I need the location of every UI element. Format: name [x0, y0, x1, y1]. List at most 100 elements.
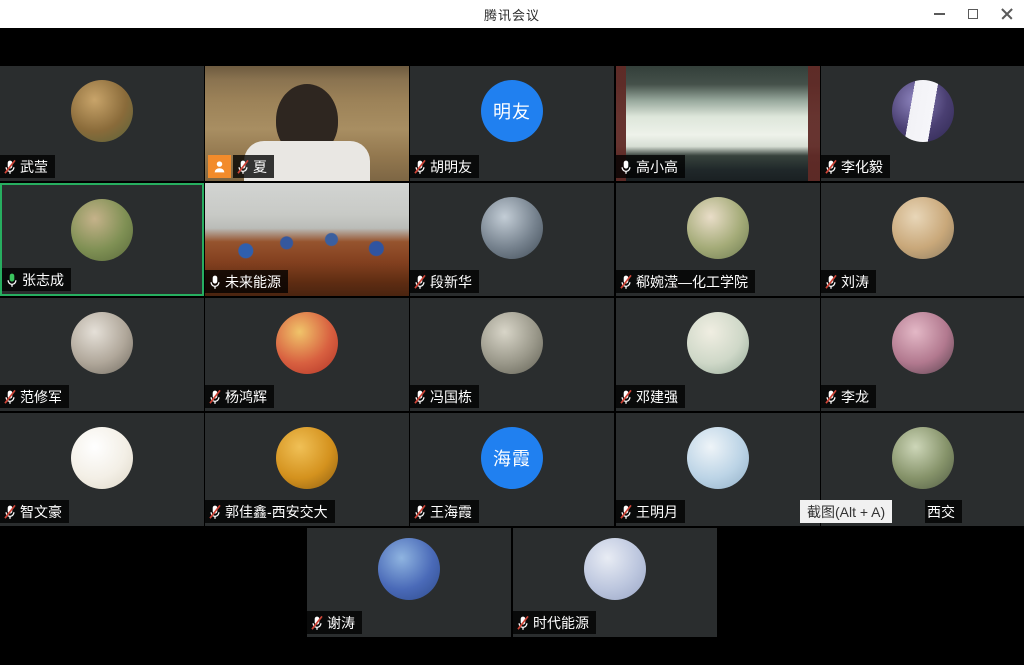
mic-muted-icon — [618, 274, 634, 290]
mic-muted-icon — [207, 389, 223, 405]
photo-avatar — [71, 80, 133, 142]
participant-name: 范修军 — [20, 387, 62, 407]
participant-tile[interactable]: 邓建强 — [616, 298, 820, 411]
name-label: 郭佳鑫-西安交大 — [205, 500, 335, 523]
name-label: 王明月 — [616, 500, 685, 523]
tile-bottom-bar: 郭佳鑫-西安交大 — [205, 500, 335, 523]
tile-bottom-bar: 武莹 — [0, 155, 55, 178]
participant-tile[interactable]: 未来能源 — [205, 183, 409, 296]
participant-tile[interactable]: 智文豪 — [0, 413, 204, 526]
initials-avatar: 明友 — [481, 80, 543, 142]
participant-name: 王明月 — [636, 502, 678, 522]
photo-avatar — [892, 80, 954, 142]
participant-tile[interactable]: 杨鸿辉 — [205, 298, 409, 411]
window-controls — [922, 0, 1024, 28]
participant-name: 胡明友 — [430, 157, 472, 177]
participant-tile[interactable]: 谢涛 — [307, 528, 511, 637]
participant-name: 西交 — [927, 502, 955, 522]
mic-muted-icon — [2, 389, 18, 405]
name-label: 胡明友 — [410, 155, 479, 178]
maximize-button[interactable] — [956, 0, 990, 28]
minimize-button[interactable] — [922, 0, 956, 28]
mic-speaking-icon — [4, 272, 20, 288]
tile-bottom-bar: 李化毅 — [821, 155, 890, 178]
mic-muted-icon — [412, 389, 428, 405]
name-label: 智文豪 — [0, 500, 69, 523]
participant-tile[interactable]: 李化毅 — [821, 66, 1024, 181]
mic-muted-icon — [823, 389, 839, 405]
name-label: 夏 — [233, 155, 274, 178]
participant-tile[interactable]: 武莹 — [0, 66, 204, 181]
name-label: 高小高 — [616, 155, 685, 178]
name-label: 李化毅 — [821, 155, 890, 178]
close-button[interactable] — [990, 0, 1024, 28]
participant-name: 李龙 — [841, 387, 869, 407]
photo-avatar — [687, 312, 749, 374]
tile-bottom-bar: 智文豪 — [0, 500, 69, 523]
participant-tile[interactable]: 高小高 — [616, 66, 820, 181]
mic-on-icon — [618, 159, 634, 175]
photo-avatar — [481, 197, 543, 259]
participant-tile[interactable]: 夏 — [205, 66, 409, 181]
participant-name: 李化毅 — [841, 157, 883, 177]
participant-name: 杨鸿辉 — [225, 387, 267, 407]
mic-muted-icon — [235, 159, 251, 175]
close-icon — [1001, 8, 1013, 20]
photo-avatar — [276, 427, 338, 489]
name-label: 武莹 — [0, 155, 55, 178]
participant-name: 时代能源 — [533, 613, 589, 633]
participant-name: 未来能源 — [225, 272, 281, 292]
participant-tile[interactable]: 李龙 — [821, 298, 1024, 411]
tile-bottom-bar: 谢涛 — [307, 611, 362, 634]
participant-tile[interactable]: 郗婉滢—化工学院 — [616, 183, 820, 296]
meeting-stage: 武莹夏明友胡明友高小高李化毅张志成未来能源段新华郗婉滢—化工学院刘涛范修军杨鸿辉… — [0, 28, 1024, 665]
tile-bottom-bar: 张志成 — [2, 268, 71, 291]
tile-bottom-bar: 王明月 — [616, 500, 685, 523]
host-person-icon — [212, 159, 227, 174]
participant-tile[interactable]: 郭佳鑫-西安交大 — [205, 413, 409, 526]
mic-muted-icon — [309, 615, 325, 631]
tencent-meeting-window: 腾讯会议 武莹夏明友胡明友高小高李化毅张志成未来能源段新华郗婉滢—化工学院刘涛范… — [0, 0, 1024, 665]
participant-tile[interactable]: 段新华 — [410, 183, 614, 296]
name-label: 谢涛 — [307, 611, 362, 634]
tile-bottom-bar: 王海霞 — [410, 500, 479, 523]
tile-bottom-bar: 段新华 — [410, 270, 479, 293]
photo-avatar — [276, 312, 338, 374]
tile-bottom-bar: 时代能源 — [513, 611, 596, 634]
mic-muted-icon — [412, 274, 428, 290]
participant-tile[interactable]: 范修军 — [0, 298, 204, 411]
name-label: 杨鸿辉 — [205, 385, 274, 408]
photo-avatar — [71, 312, 133, 374]
tile-bottom-bar: 邓建强 — [616, 385, 685, 408]
host-badge-icon — [208, 155, 231, 178]
tile-bottom-bar: 未来能源 — [205, 270, 288, 293]
tile-bottom-bar: 杨鸿辉 — [205, 385, 274, 408]
mic-muted-icon — [515, 615, 531, 631]
photo-avatar — [584, 538, 646, 600]
photo-avatar — [687, 427, 749, 489]
participant-tile[interactable]: 西交截图(Alt + A) — [821, 413, 1024, 526]
window-title: 腾讯会议 — [484, 5, 540, 24]
screenshot-tooltip: 截图(Alt + A) — [800, 500, 892, 523]
participant-tile[interactable]: 时代能源 — [513, 528, 717, 637]
photo-avatar — [892, 427, 954, 489]
name-label: 李龙 — [821, 385, 876, 408]
participant-tile[interactable]: 刘涛 — [821, 183, 1024, 296]
photo-avatar — [687, 197, 749, 259]
name-label: 邓建强 — [616, 385, 685, 408]
participant-tile[interactable]: 明友胡明友 — [410, 66, 614, 181]
participant-tile[interactable]: 王明月 — [616, 413, 820, 526]
photo-avatar — [378, 538, 440, 600]
participant-name: 张志成 — [22, 270, 64, 290]
name-label: 刘涛 — [821, 270, 876, 293]
photo-avatar — [892, 312, 954, 374]
participant-name: 夏 — [253, 157, 267, 177]
participant-tile[interactable]: 张志成 — [0, 183, 204, 296]
participant-tile[interactable]: 海霞王海霞 — [410, 413, 614, 526]
tile-bottom-bar: 冯国栋 — [410, 385, 479, 408]
mic-muted-icon — [2, 159, 18, 175]
tile-bottom-bar: 郗婉滢—化工学院 — [616, 270, 755, 293]
name-label: 段新华 — [410, 270, 479, 293]
participant-tile[interactable]: 冯国栋 — [410, 298, 614, 411]
participant-name: 邓建强 — [636, 387, 678, 407]
